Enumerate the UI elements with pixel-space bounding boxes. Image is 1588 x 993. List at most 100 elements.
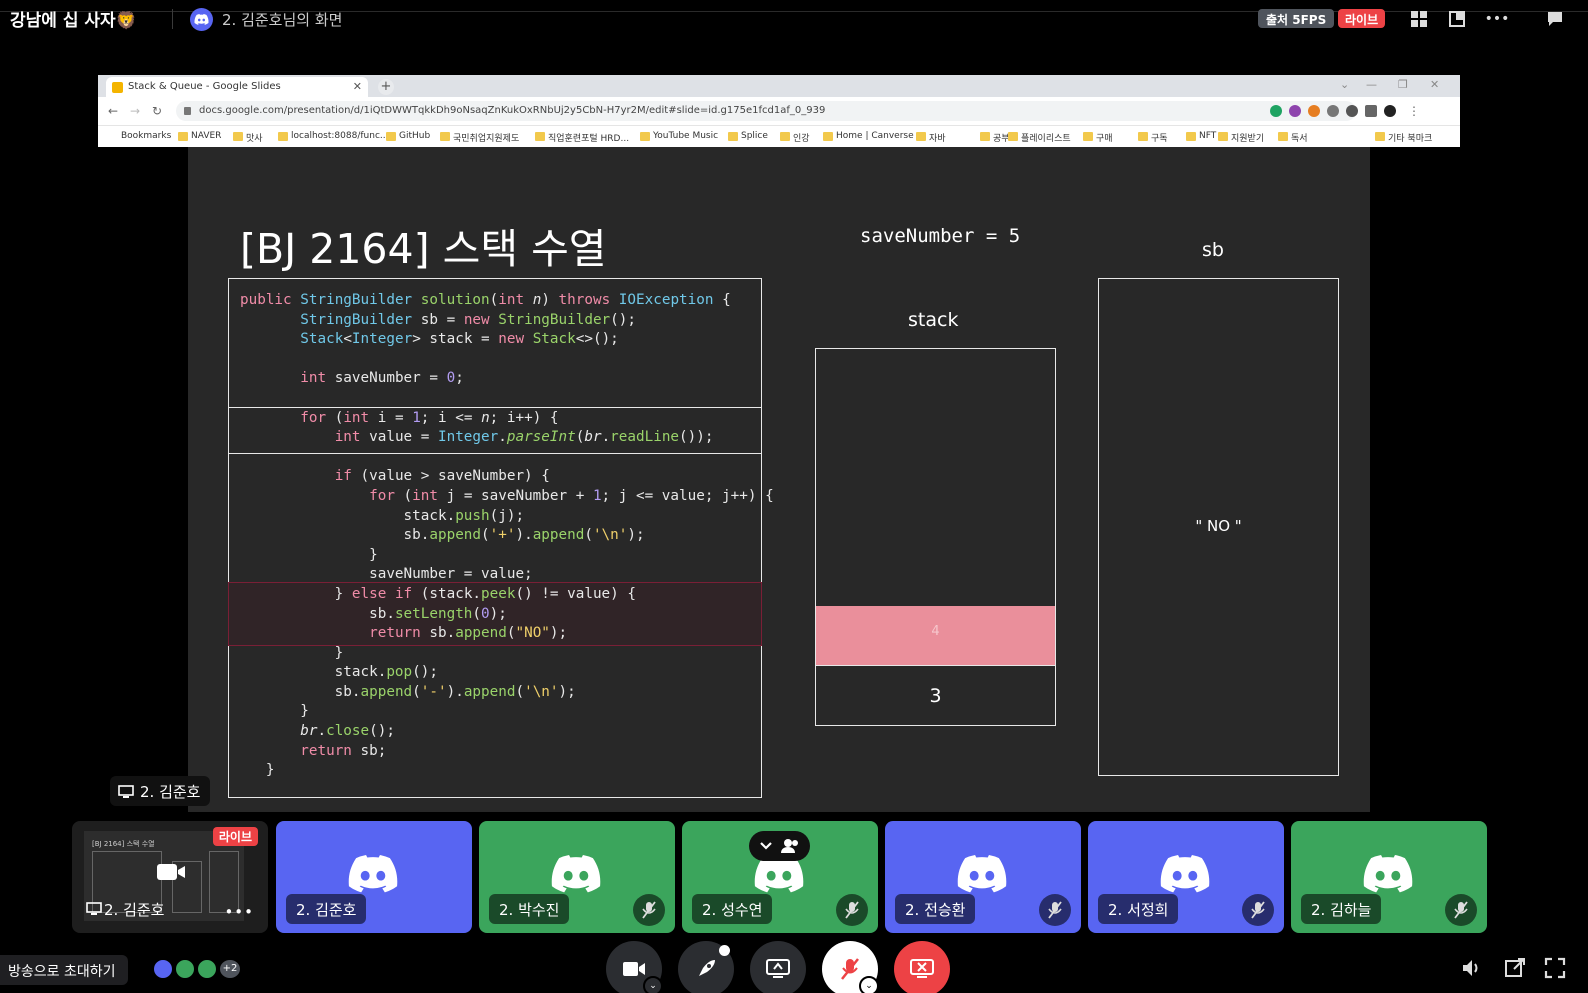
extension-icon[interactable] xyxy=(1270,105,1282,117)
screen-share-icon xyxy=(118,785,134,798)
avatar xyxy=(196,958,218,980)
discord-avatar-icon xyxy=(1362,855,1414,893)
screen-share-tile[interactable]: [BJ 2164] 스택 수열 라이브 2. 김준호 ••• xyxy=(72,821,268,933)
discord-stream-window: 강남에 십 사자🦁 2. 김준호님의 화면 출처 5FPS 라이브 ••• St… xyxy=(0,0,1588,993)
chevron-down-icon xyxy=(759,842,772,850)
participant-name: 2. 박수진 xyxy=(489,894,570,924)
more-options-icon[interactable]: ••• xyxy=(224,903,254,921)
preview-title: [BJ 2164] 스택 수열 xyxy=(92,840,155,848)
header-separator xyxy=(172,9,173,29)
discord-avatar-icon xyxy=(347,855,399,893)
bookmark-item[interactable]: NAVER xyxy=(178,131,221,141)
camera-options-chevron[interactable]: ⌄ xyxy=(643,976,663,993)
camera-icon xyxy=(156,861,186,883)
tab-search-icon[interactable]: ⌄ xyxy=(1340,78,1349,91)
bookmark-item[interactable]: NFT xyxy=(1186,131,1216,141)
invite-to-stream-button[interactable]: 방송으로 초대하기 xyxy=(0,955,128,985)
muted-icon xyxy=(1242,894,1274,926)
participant-name: 2. 김하늘 xyxy=(1301,894,1382,924)
lock-icon xyxy=(184,107,191,115)
fps-badge: 출처 5FPS xyxy=(1258,9,1335,28)
puzzle-icon[interactable] xyxy=(1346,105,1358,117)
people-icon xyxy=(781,839,799,853)
participant-tile[interactable]: 2. 전승환 xyxy=(885,821,1081,933)
close-tab-icon[interactable]: ✕ xyxy=(353,80,362,93)
volume-icon[interactable] xyxy=(1460,957,1482,979)
bookmark-item[interactable]: Home | Canverse xyxy=(823,131,914,141)
metamask-icon[interactable] xyxy=(1308,105,1320,117)
participant-name: 2. 성수연 xyxy=(692,894,773,924)
profile-avatar[interactable] xyxy=(1384,105,1396,117)
more-options-icon[interactable]: ••• xyxy=(1485,8,1510,30)
muted-icon xyxy=(633,894,665,926)
extension-icon[interactable] xyxy=(1289,105,1301,117)
browser-tab[interactable]: Stack & Queue - Google Slides ✕ xyxy=(106,77,368,97)
participant-tile[interactable]: 2. 서정희 xyxy=(1088,821,1284,933)
muted-icon xyxy=(836,894,868,926)
bookmark-item[interactable]: 플레이리스트 xyxy=(1008,131,1071,144)
address-bar[interactable]: docs.google.com/presentation/d/1iQtDWWTq… xyxy=(176,101,1356,121)
live-badge: 라이브 xyxy=(212,827,258,846)
server-title: 강남에 십 사자🦁 xyxy=(10,11,137,31)
fullscreen-icon[interactable] xyxy=(1544,957,1566,979)
menu-icon[interactable]: ⋮ xyxy=(1408,104,1420,118)
slide-title: [BJ 2164] 스택 수열 xyxy=(240,225,607,273)
forward-icon[interactable]: → xyxy=(130,104,140,118)
stack-bottom-cell: 3 xyxy=(816,665,1055,725)
tile-overlay-controls[interactable] xyxy=(749,831,810,861)
stack-label: stack xyxy=(908,309,959,331)
bookmark-item[interactable]: 인강 xyxy=(780,131,810,144)
live-badge: 라이브 xyxy=(1338,9,1386,28)
bookmark-item[interactable]: 독서 xyxy=(1278,131,1308,144)
popout-window-icon[interactable] xyxy=(1504,957,1526,979)
browser-tabstrip: Stack & Queue - Google Slides ✕ + ⌄ — ❐ … xyxy=(98,75,1460,97)
stack-top-value: 4 xyxy=(931,624,940,639)
bookmark-item[interactable]: Bookmarks xyxy=(106,131,171,141)
bookmark-item[interactable]: 구매 xyxy=(1083,131,1113,144)
bookmark-item[interactable]: 국민취업지원제도 xyxy=(440,131,519,144)
muted-icon xyxy=(1039,894,1071,926)
tab-title: Stack & Queue - Google Slides xyxy=(128,81,281,92)
grid-layout-icon[interactable] xyxy=(1408,8,1430,30)
stream-header: 강남에 십 사자🦁 2. 김준호님의 화면 출처 5FPS 라이브 ••• xyxy=(0,0,1588,38)
chat-icon[interactable] xyxy=(1544,8,1566,30)
participant-tile[interactable]: 2. 박수진 xyxy=(479,821,675,933)
bookmark-item[interactable]: localhost:8088/func... xyxy=(278,131,388,141)
sidepanel-icon[interactable] xyxy=(1365,105,1377,117)
stop-streaming-button[interactable] xyxy=(894,941,950,993)
code-listing: public StringBuilder solution(int n) thr… xyxy=(240,292,774,779)
restore-icon[interactable]: ❐ xyxy=(1398,78,1408,91)
stack-diagram: 4 3 xyxy=(815,348,1056,726)
popout-icon[interactable] xyxy=(1446,8,1468,30)
participant-name: 2. 서정희 xyxy=(1098,894,1179,924)
share-screen-button[interactable] xyxy=(750,941,806,993)
reload-icon[interactable]: ↻ xyxy=(152,104,162,118)
avatar xyxy=(152,958,174,980)
microphone-muted-icon xyxy=(841,958,859,980)
bookmark-item[interactable]: 자바 xyxy=(916,131,946,144)
bookmark-item[interactable]: GitHub xyxy=(386,131,430,141)
bookmark-item[interactable]: 공부 xyxy=(980,131,1010,144)
bookmark-item[interactable]: YouTube Music xyxy=(640,131,718,141)
participant-tile[interactable]: 2. 김준호 xyxy=(276,821,472,933)
bookmark-item[interactable]: 직업훈련포털 HRD... xyxy=(535,131,629,144)
extension-icon[interactable] xyxy=(1327,105,1339,117)
participant-tile[interactable]: 2. 김하늘 xyxy=(1291,821,1487,933)
save-number-label: saveNumber = 5 xyxy=(860,225,1021,247)
bookmark-item[interactable]: Splice xyxy=(728,131,768,141)
discord-avatar-icon xyxy=(1159,855,1211,893)
discord-avatar-icon xyxy=(956,855,1008,893)
stream-owner-name: 2. 김준호 xyxy=(140,783,201,801)
new-tab-button[interactable]: + xyxy=(378,79,394,95)
back-icon[interactable]: ← xyxy=(108,104,118,118)
muted-icon xyxy=(1445,894,1477,926)
bookmark-item[interactable]: 맛사 xyxy=(233,131,263,144)
bookmark-item[interactable]: 구독 xyxy=(1138,131,1168,144)
mic-options-chevron[interactable]: ⌄ xyxy=(859,976,879,993)
close-window-icon[interactable]: ✕ xyxy=(1430,78,1439,91)
discord-icon xyxy=(190,8,213,31)
rocket-icon xyxy=(699,960,715,976)
bookmark-item[interactable]: 기타 북마크 xyxy=(1375,131,1432,144)
minimize-icon[interactable]: — xyxy=(1366,78,1377,91)
bookmark-item[interactable]: 지원받기 xyxy=(1218,131,1264,144)
